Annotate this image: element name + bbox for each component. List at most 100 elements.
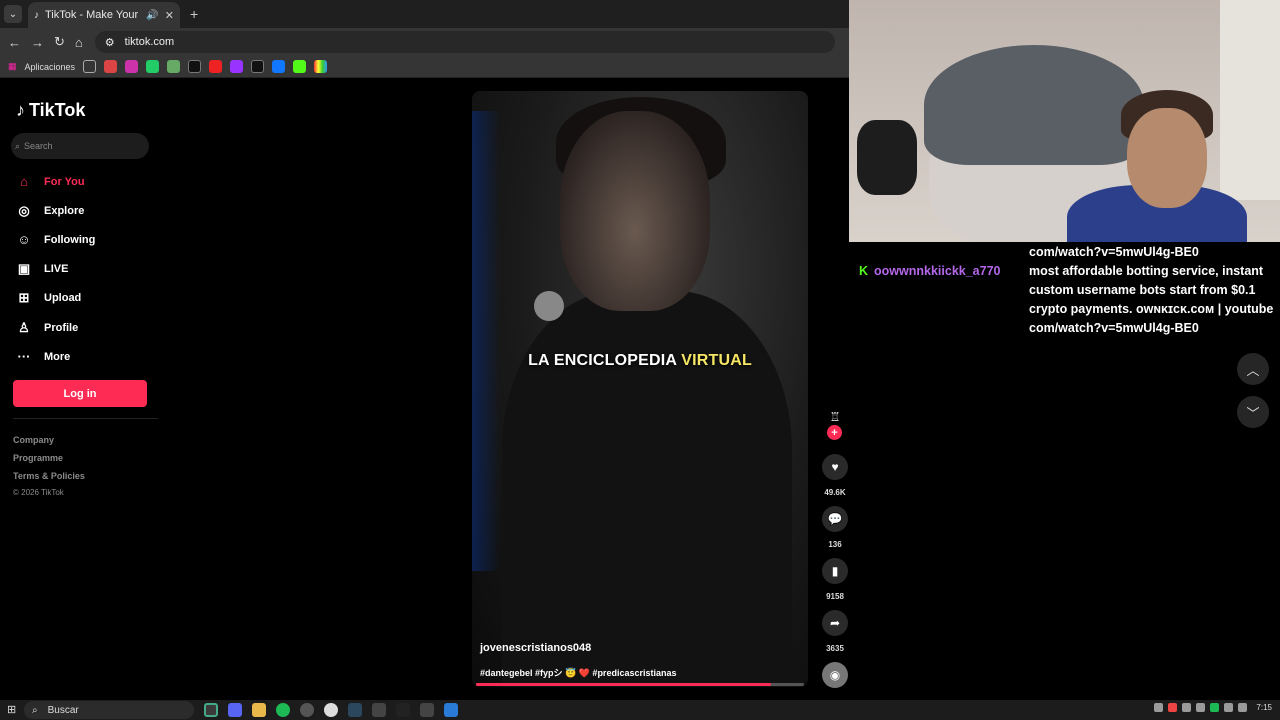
app2-icon[interactable] <box>420 703 434 717</box>
logo-text: TikTok <box>29 100 86 120</box>
follow-button[interactable]: + <box>827 425 842 440</box>
compass-icon: ◎ <box>18 203 30 218</box>
chat-line: com/watch?v=5mwUl4g-BE0 <box>1029 245 1199 259</box>
nav-for-you[interactable]: ⌂ For You <box>16 174 84 189</box>
tray-icon[interactable] <box>1182 703 1192 712</box>
browser-tab[interactable]: ♪ TikTok - Make Your Day 🔊 ✕ <box>28 2 180 28</box>
back-icon[interactable]: ← <box>8 35 21 50</box>
search-placeholder: Search <box>24 141 53 151</box>
capcut-icon[interactable] <box>396 703 410 717</box>
tray-icon[interactable] <box>1168 703 1178 712</box>
obs-icon[interactable] <box>300 703 314 717</box>
nav-profile[interactable]: ♙ Profile <box>16 320 78 336</box>
nav-label: Upload <box>44 292 82 304</box>
nav-upload[interactable]: ⊞ Upload <box>16 290 82 306</box>
kick-icon[interactable] <box>293 60 307 73</box>
backpack <box>857 120 917 195</box>
video-author[interactable]: jovenescristianos048 <box>480 642 591 654</box>
speaker-body <box>502 291 792 687</box>
caption-main: LA ENCICLOPEDIA <box>528 352 682 369</box>
clock[interactable]: 7:15 <box>1256 703 1272 712</box>
share-button[interactable]: ➦ <box>822 610 848 636</box>
chat-line: com/watch?v=5mwUl4g-BE0 <box>1029 321 1199 335</box>
volume-icon[interactable] <box>1238 703 1248 712</box>
more-icon: ··· <box>17 349 31 364</box>
site-info-icon[interactable]: ⚙ <box>105 36 115 49</box>
gmail-icon[interactable] <box>104 60 118 73</box>
nav-live[interactable]: ▣ LIVE <box>16 261 69 277</box>
login-button[interactable]: Log in <box>13 380 147 407</box>
facebook-icon[interactable] <box>272 60 286 73</box>
save-button[interactable]: ▮ <box>822 558 848 584</box>
video-player[interactable]: LA ENCICLOPEDIA VIRTUAL jovenescristiano… <box>472 91 808 687</box>
x-icon[interactable] <box>188 60 202 73</box>
footer-company[interactable]: Company <box>13 435 54 445</box>
microphone <box>534 291 564 321</box>
home-browser-icon[interactable]: ⌂ <box>75 35 83 50</box>
video-hashtags[interactable]: #dantegebel #fypシ 😇 ❤️ #predicascristian… <box>480 666 676 679</box>
sheet-icon[interactable] <box>167 60 181 73</box>
twitch-icon[interactable] <box>230 60 244 73</box>
wifi-icon[interactable] <box>1224 703 1234 712</box>
tray-icon[interactable] <box>1154 703 1164 712</box>
instagram-icon[interactable] <box>125 60 139 73</box>
reload-icon[interactable]: ↻ <box>54 34 65 50</box>
kick-badge-icon: K <box>859 264 869 278</box>
footer-terms[interactable]: Terms & Policies <box>13 471 85 481</box>
save-count: 9158 <box>826 592 844 601</box>
tray-icon[interactable] <box>1196 703 1206 712</box>
copyright: © 2026 TikTok <box>13 488 64 497</box>
comment-button[interactable]: 💬 <box>822 506 848 532</box>
tiktok-icon[interactable] <box>251 60 265 73</box>
close-tab-icon[interactable]: ✕ <box>165 9 174 22</box>
nav-following[interactable]: ☺ Following <box>16 232 95 247</box>
stream-chat: com/watch?v=5mwUl4g-BE0 K oowwnnkkiickk_… <box>849 242 1280 342</box>
nav-label: Profile <box>44 322 79 334</box>
search-icon: ⌕ <box>15 140 21 151</box>
nav-explore[interactable]: ◎ Explore <box>16 203 84 219</box>
tiktok-logo[interactable]: ♪ TikTok <box>16 100 85 121</box>
chevron-up-icon: ︿ <box>1246 362 1260 378</box>
bookmark-aplicaciones[interactable]: Aplicaciones <box>25 62 76 72</box>
chevron-down-icon: ﹀ <box>1246 405 1260 421</box>
spotify-icon[interactable] <box>276 703 290 717</box>
video-progress-bar[interactable] <box>476 683 804 686</box>
chrome-icon[interactable] <box>204 703 218 717</box>
new-tab-button[interactable]: + <box>190 6 198 22</box>
previous-video-button[interactable]: ︿ <box>1237 353 1269 385</box>
forward-icon[interactable]: → <box>31 35 44 50</box>
window-background <box>1220 0 1280 200</box>
music-disc[interactable]: ◉ <box>822 662 848 688</box>
tab-search-button[interactable]: ⌄ <box>4 5 22 23</box>
folder-icon[interactable] <box>252 703 266 717</box>
webcam-overlay <box>849 0 1280 242</box>
comment-icon: 💬 <box>827 512 843 526</box>
speaker-icon[interactable]: 🔊 <box>146 10 158 21</box>
chat-line: custom username bots start from $0.1 <box>1029 283 1256 297</box>
nav-more[interactable]: ··· More <box>16 349 71 364</box>
share-count: 3635 <box>826 644 844 653</box>
taskbar-search[interactable]: ⌕ Buscar <box>24 701 194 719</box>
like-count: 49.6K <box>824 488 846 497</box>
windows-start-icon[interactable]: ⊞ <box>7 703 16 716</box>
address-bar[interactable]: ⚙ tiktok.com <box>94 31 835 53</box>
steam-icon[interactable] <box>348 703 362 717</box>
like-button[interactable]: ♥ <box>822 454 848 480</box>
multicolor-icon[interactable] <box>314 60 328 73</box>
apps-icon[interactable]: ▦ <box>8 61 17 72</box>
heart-icon: ♥ <box>831 460 839 474</box>
discord-icon[interactable] <box>228 703 242 717</box>
tray-icon[interactable] <box>1210 703 1220 712</box>
url-text: tiktok.com <box>124 36 175 48</box>
stage-light <box>472 111 500 571</box>
app-icon[interactable] <box>372 703 386 717</box>
app3-icon[interactable] <box>444 703 458 717</box>
next-video-button[interactable]: ﹀ <box>1237 396 1269 428</box>
apps-grid-icon[interactable] <box>83 60 97 73</box>
youtube-icon[interactable] <box>209 60 223 73</box>
browser-tab-strip: ⌄ ♪ TikTok - Make Your Day 🔊 ✕ + <box>0 0 849 28</box>
chrome-alt-icon[interactable] <box>324 703 338 717</box>
footer-programme[interactable]: Programme <box>13 453 63 463</box>
search-input[interactable]: ⌕ Search <box>11 133 149 159</box>
whatsapp-icon[interactable] <box>146 60 160 73</box>
